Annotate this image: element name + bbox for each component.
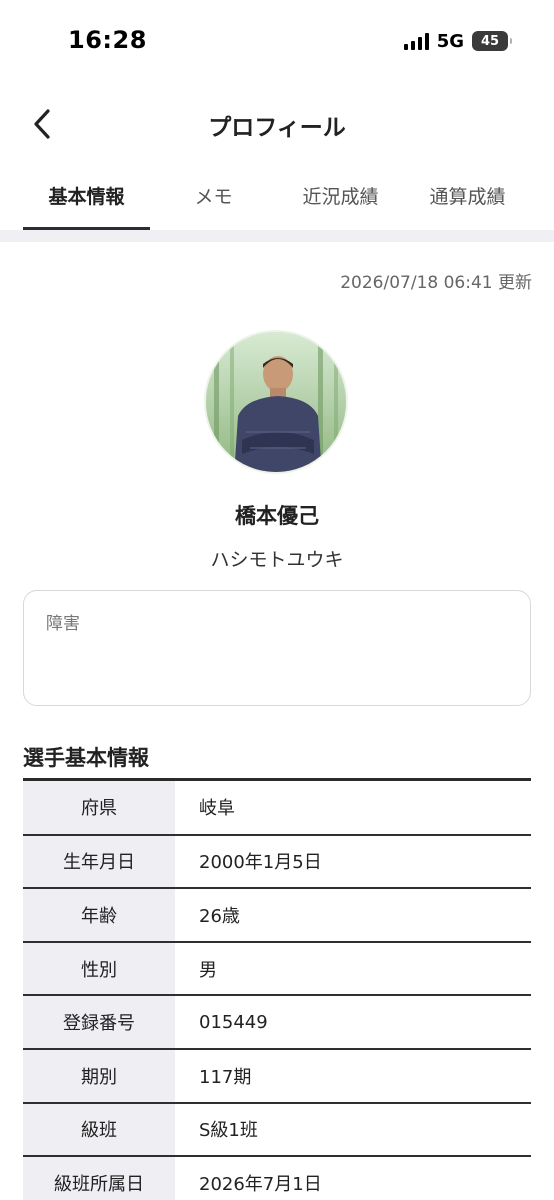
row-value: 117期 (175, 1048, 531, 1104)
tab-recent-results[interactable]: 近況成績 (277, 160, 404, 230)
status-indicators: 5G 45 (403, 30, 512, 52)
avatar (204, 330, 348, 474)
basic-info-table: 府県 岐阜 生年月日 2000年1月5日 年齢 26歳 性別 男 登録番号 01… (23, 781, 531, 1200)
row-label: 府県 (23, 781, 175, 836)
battery-level: 45 (480, 33, 500, 49)
row-value: 岐阜 (175, 781, 531, 836)
row-label: 期別 (23, 1048, 175, 1104)
tab-label: 基本情報 (48, 185, 125, 208)
row-value: 26歳 (175, 888, 531, 943)
row-label: 年齢 (23, 888, 175, 943)
nav-header: プロフィール (0, 92, 554, 156)
table-row: 生年月日 2000年1月5日 (23, 834, 531, 890)
profile-screen: 16:28 5G 45 プロフィール 基本情報 メモ 近況成績 通算成績 202… (0, 0, 554, 1200)
row-label: 性別 (23, 941, 175, 997)
tab-label: メモ (194, 185, 233, 208)
signal-icon (403, 32, 429, 50)
table-row: 期別 117期 (23, 1048, 531, 1104)
battery-icon: 45 (472, 31, 512, 51)
status-bar: 16:28 5G 45 (0, 0, 554, 80)
network-label: 5G (436, 30, 464, 52)
table-row: 登録番号 015449 (23, 995, 531, 1050)
row-label: 級班所属日 (23, 1156, 175, 1200)
row-value: 男 (175, 941, 531, 997)
row-label: 生年月日 (23, 834, 175, 890)
tab-label: 近況成績 (302, 185, 379, 208)
notes-box: 障害 (23, 590, 531, 706)
tab-label: 通算成績 (429, 185, 506, 208)
table-row: 級班 S級1班 (23, 1102, 531, 1158)
table-row: 級班所属日 2026年7月1日 (23, 1156, 531, 1200)
page-title: プロフィール (208, 115, 346, 141)
tab-basic-info[interactable]: 基本情報 (0, 160, 150, 230)
tab-bar: 基本情報 メモ 近況成績 通算成績 (0, 160, 554, 232)
table-row: 年齢 26歳 (23, 888, 531, 943)
row-value: 2000年1月5日 (175, 834, 531, 890)
table-row: 府県 岐阜 (23, 781, 531, 836)
notes-label: 障害 (46, 614, 80, 634)
row-value: 2026年7月1日 (175, 1156, 531, 1200)
divider (0, 230, 554, 242)
row-label: 登録番号 (23, 995, 175, 1050)
tab-career-results[interactable]: 通算成績 (404, 160, 531, 230)
row-value: S級1班 (175, 1102, 531, 1158)
avatar-photo (206, 332, 346, 472)
section-title: 選手基本情報 (23, 746, 149, 770)
tab-memo[interactable]: メモ (150, 160, 277, 230)
row-value: 015449 (175, 995, 531, 1050)
player-name-kana: ハシモトユウキ (210, 549, 344, 571)
updated-timestamp: 2026/07/18 06:41 更新 (340, 273, 532, 293)
row-label: 級班 (23, 1102, 175, 1158)
player-name: 橋本優己 (235, 504, 319, 528)
status-time: 16:28 (68, 26, 147, 54)
table-row: 性別 男 (23, 941, 531, 997)
